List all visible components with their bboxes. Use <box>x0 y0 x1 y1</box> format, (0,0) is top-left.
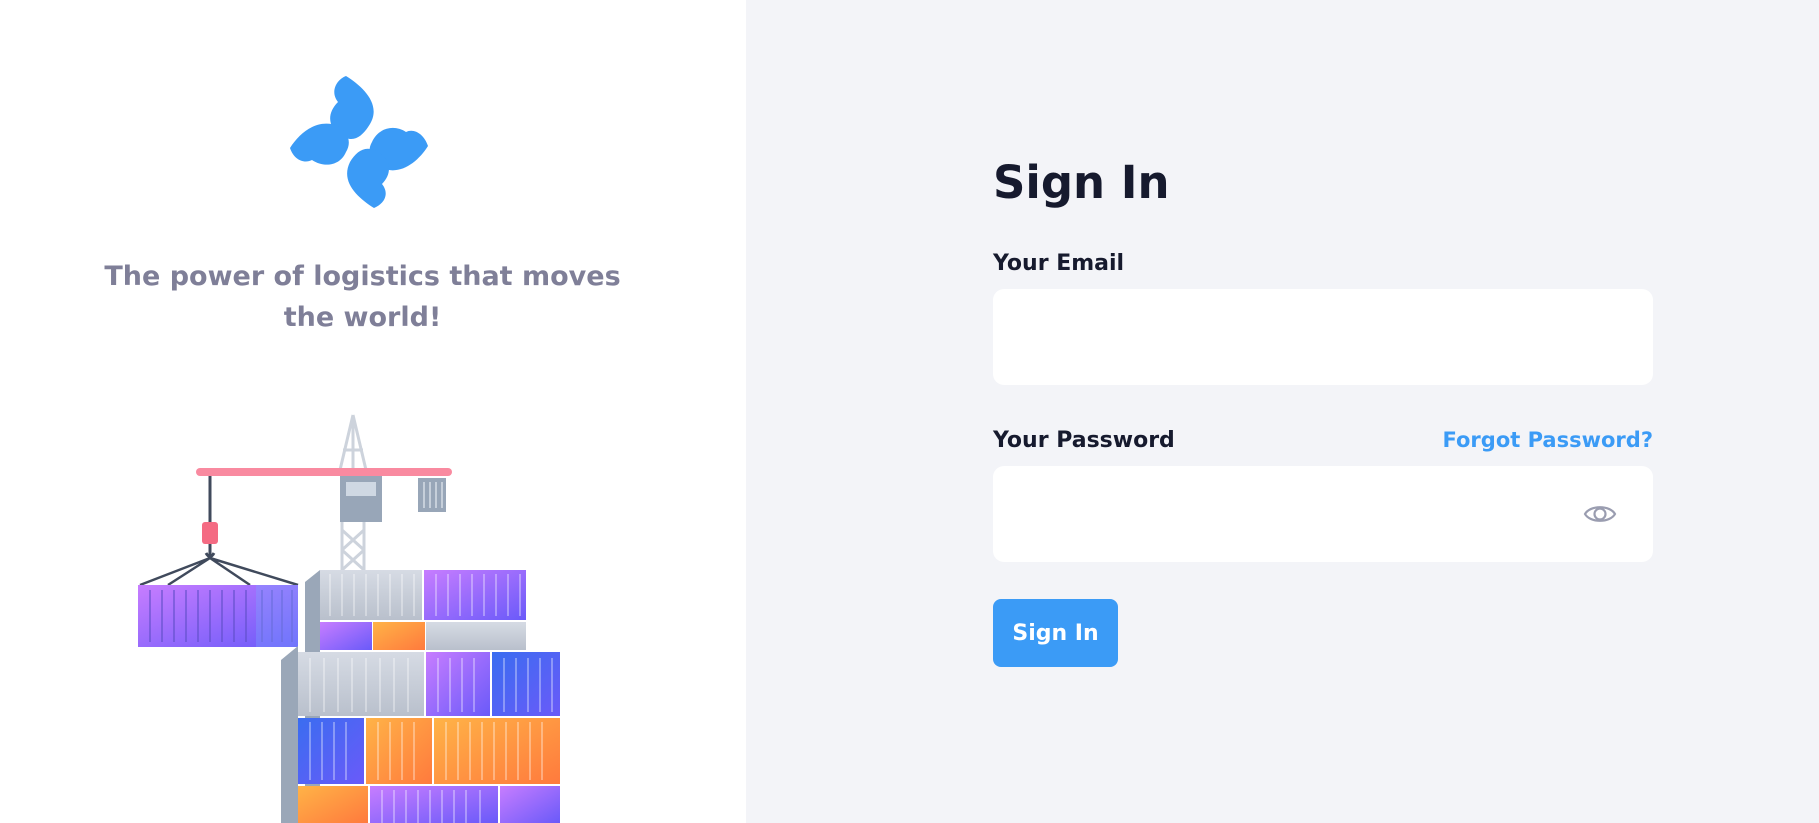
forgot-password-link[interactable]: Forgot Password? <box>1443 428 1653 452</box>
password-field-wrapper <box>993 466 1653 562</box>
password-label-row: Your Password Forgot Password? <box>993 424 1653 456</box>
email-field[interactable] <box>993 289 1653 385</box>
sign-in-button[interactable]: Sign In <box>993 599 1118 667</box>
eye-icon[interactable] <box>1583 500 1617 528</box>
tagline: The power of logistics that moves the wo… <box>104 261 621 333</box>
email-field-wrapper <box>993 289 1653 385</box>
password-field[interactable] <box>993 466 1653 562</box>
email-label-row: Your Email <box>993 247 1653 279</box>
email-label: Your Email <box>993 250 1125 276</box>
brand-panel: The power of logistics that moves the wo… <box>0 0 746 823</box>
signin-form: Sign In Your Email Your Password Forgot … <box>993 150 1653 667</box>
password-label: Your Password <box>993 427 1175 453</box>
page-title: Sign In <box>993 156 1170 209</box>
cargo-crane-illustration <box>138 414 560 823</box>
logo-icon <box>290 76 428 208</box>
